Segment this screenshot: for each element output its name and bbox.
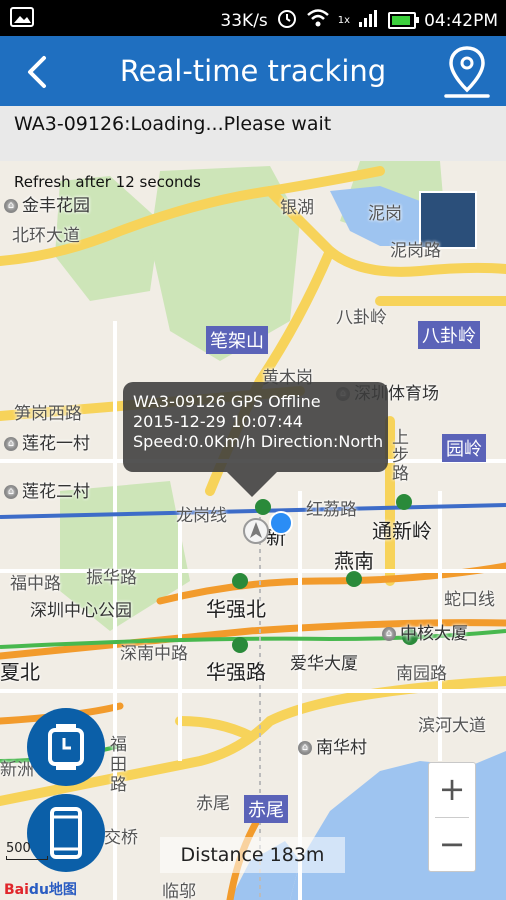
map-label: 华强路 [206,660,266,684]
device-status-text: WA3-09126:Loading...Please wait [14,113,332,135]
map-label: 笔架山 [206,326,268,354]
alarm-icon [276,7,298,34]
map-label: 泥岗 [368,204,402,224]
map-label: ⌂ 莲花二村 [4,477,90,502]
map-label: 临邬 [162,882,196,900]
map-label: ⌂ 中核大厦 [382,619,468,644]
gallery-notification-icon [10,6,34,32]
map-label: 夏北 [0,660,40,684]
poi-icon: ⌂ [4,485,18,499]
map-label: 园岭 [442,434,486,462]
map-label: 交桥 [104,828,138,848]
map-label: 泥岗路 [390,241,441,261]
map-label: 八卦岭 [418,321,480,349]
map-label: 振华路 [86,568,137,588]
map-label: 华强北 [206,597,266,621]
scale-line [6,856,48,860]
app-bar: Real-time tracking [0,36,506,106]
map-label: 福中路 [10,574,61,594]
page-title: Real-time tracking [119,54,387,88]
map-label: 深圳中心公园 [30,601,132,621]
zoom-out-button[interactable]: − [429,818,475,871]
watch-icon [48,724,84,770]
map-label: 赤尾 [196,794,230,814]
poi-icon: ⌂ [298,741,312,755]
map-label: 龙岗线 [176,506,227,526]
map-label: 滨河大道 [418,716,486,736]
map-pin-icon [444,46,490,98]
phone-location-button[interactable] [27,794,105,872]
wifi-icon [306,8,330,33]
map-label: 银湖 [280,198,314,218]
map-label: 红荔路 [306,500,357,520]
map-label: 赤尾 [244,795,288,823]
map-label: 北环大道 [12,226,80,246]
zoom-in-button[interactable]: + [429,763,475,816]
distance-readout: Distance 183m [160,837,345,873]
battery-icon [388,12,420,29]
signal-icon [358,8,380,33]
map-label: 燕南 [334,549,374,573]
map-label: 通新岭 [372,519,432,543]
current-location-dot [269,511,293,535]
vehicle-info-popup[interactable]: WA3-09126 GPS Offline 2015-12-29 10:07:4… [123,382,388,497]
network-type: 1x [337,15,351,26]
refresh-countdown: Refresh after 12 seconds [14,173,201,191]
popup-timestamp: 2015-12-29 10:07:44 [133,412,303,431]
status-bar: 33K/s 1x 04:42PM [0,0,506,36]
map-view[interactable]: Refresh after 12 seconds ⌂ 金丰花园 北环大道 银湖 泥… [0,161,506,900]
poi-icon: ⌂ [4,437,18,451]
map-label: ⌂ 南华村 [298,733,367,758]
map-label: 蛇口线 [444,590,495,610]
map-label: ⌂ 莲花一村 [4,429,90,454]
vehicle-direction-icon[interactable] [242,517,270,545]
phone-icon [50,807,82,859]
map-label: 深南中路 [120,644,188,664]
baidu-logo: Baidu地图 [4,882,77,898]
location-button[interactable] [442,44,492,100]
map-label: 南园路 [396,664,447,684]
zoom-control: + − [428,762,476,872]
history-playback-button[interactable] [27,708,105,786]
map-label: 笋岗西路 [14,404,82,424]
clock: 04:42PM [424,10,498,31]
poi-icon: ⌂ [4,199,18,213]
device-status-bar: WA3-09126:Loading...Please wait [0,106,506,161]
popup-device-status: WA3-09126 GPS Offline [133,392,321,411]
map-label: 上步路 [392,428,409,484]
scale-bar: 500 [6,841,48,860]
map-label: 爱华大厦 [290,654,358,674]
map-label: 福田路 [110,735,127,795]
network-speed: 33K/s [220,10,268,31]
popup-pointer [227,472,277,497]
popup-speed-direction: Speed:0.0Km/h Direction:North [133,432,384,451]
poi-icon: ⌂ [382,627,396,641]
map-label: 八卦岭 [336,308,387,328]
map-label: ⌂ 金丰花园 [4,191,90,216]
